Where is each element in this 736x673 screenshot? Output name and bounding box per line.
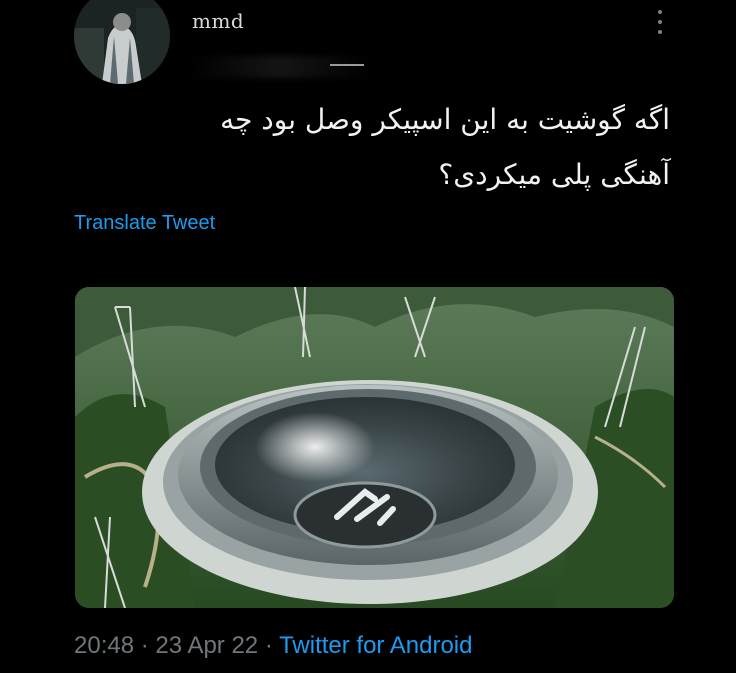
tweet-text-line: آهنگی پلی میکردی؟ — [438, 158, 670, 191]
author-display-name[interactable]: mmd — [192, 9, 244, 33]
translate-tweet-link[interactable]: Translate Tweet — [74, 212, 215, 235]
dot-icon — [658, 30, 662, 34]
tweet-text-line: اگه گوشیت به این اسپیکر وصل بود چه — [220, 103, 670, 136]
tweet-text: اگه گوشیت به این اسپیکر وصل بود چه آهنگی… — [70, 92, 670, 202]
dot-icon — [658, 20, 662, 24]
author-avatar[interactable] — [74, 0, 170, 84]
handle-dash — [330, 64, 364, 66]
author-handle-redacted — [190, 56, 370, 78]
tweet-media-image[interactable] — [75, 287, 674, 608]
meta-separator: · — [264, 632, 273, 659]
more-options-icon[interactable] — [650, 10, 670, 34]
meta-separator: · — [140, 632, 149, 659]
tweet-time[interactable]: 20:48 — [74, 632, 134, 659]
tweet-meta: 20:48 · 23 Apr 22 · Twitter for Android — [74, 632, 472, 660]
tweet-source-link[interactable]: Twitter for Android — [279, 632, 472, 659]
dot-icon — [658, 10, 662, 14]
tweet-date[interactable]: 23 Apr 22 — [155, 632, 258, 659]
